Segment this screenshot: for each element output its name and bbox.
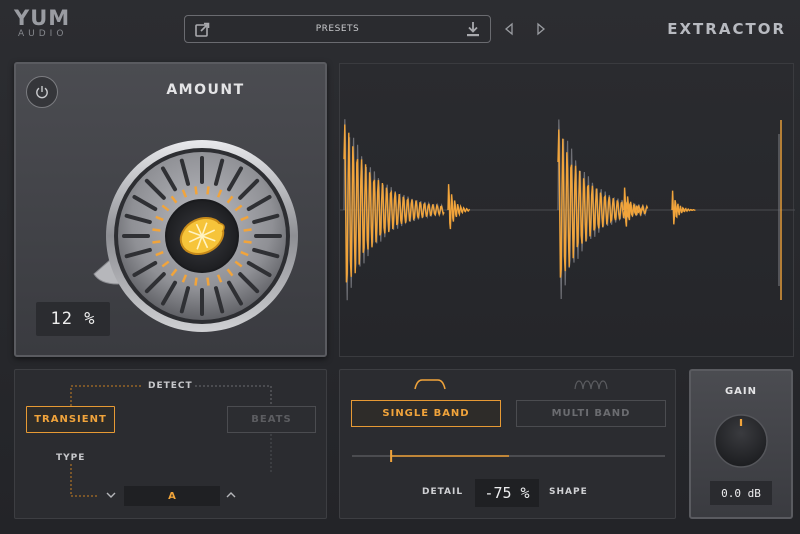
waveform-output-trace — [447, 184, 471, 230]
multi-band-button[interactable]: MULTI BAND — [516, 400, 666, 427]
amount-value-display[interactable]: 12 % — [36, 302, 110, 336]
beats-button[interactable]: BEATS — [227, 406, 316, 433]
type-selector[interactable]: A — [124, 486, 220, 506]
chevron-down-icon[interactable] — [105, 490, 117, 500]
knob-dash — [152, 228, 161, 232]
product-name: EXTRACTOR — [667, 20, 786, 38]
multi-band-icon — [574, 380, 608, 390]
detect-panel: DETECT TRANSIENT BEATS TYPE A — [14, 369, 327, 519]
knob-dash — [206, 277, 210, 286]
detail-shape-value[interactable]: -75 % — [475, 479, 539, 507]
chevron-up-icon[interactable] — [225, 490, 237, 500]
download-icon[interactable] — [466, 21, 480, 37]
type-label: TYPE — [56, 453, 86, 463]
knob-dash — [194, 186, 198, 195]
waveform-plot — [340, 119, 795, 301]
waveform-output-trace — [623, 187, 645, 227]
triangle-left-icon[interactable] — [503, 22, 515, 36]
amount-title: AMOUNT — [166, 82, 245, 98]
gain-knob[interactable] — [713, 413, 769, 469]
triangle-right-icon[interactable] — [535, 22, 547, 36]
knob-dash — [243, 228, 252, 232]
knob-dash — [243, 240, 252, 244]
gain-panel: GAIN 0.0 dB — [689, 369, 793, 519]
waveform-display — [339, 63, 795, 357]
gain-value-display[interactable]: 0.0 dB — [710, 481, 772, 505]
detect-title: DETECT — [148, 381, 193, 391]
export-icon[interactable] — [195, 22, 210, 37]
single-band-button[interactable]: SINGLE BAND — [351, 400, 501, 427]
single-band-icon — [414, 379, 446, 390]
presets-label: PRESETS — [315, 24, 360, 34]
knob-dash — [152, 240, 161, 244]
transient-button[interactable]: TRANSIENT — [26, 406, 115, 433]
gain-title: GAIN — [724, 386, 758, 397]
presets-bar[interactable]: PRESETS — [184, 15, 491, 43]
detail-label: DETAIL — [422, 487, 464, 497]
shape-label: SHAPE — [549, 487, 588, 497]
plugin-window: YUM AUDIO PRESETS EXTRACTOR AMOUNT 12 % … — [0, 0, 800, 534]
amount-knob[interactable] — [90, 134, 300, 344]
band-panel: SINGLE BAND MULTI BAND DETAIL -75 % SHAP… — [339, 369, 676, 519]
knob-dash — [194, 277, 198, 286]
waveform-output-trace — [671, 190, 696, 225]
brand-name: YUM — [14, 6, 71, 30]
brand-logo: YUM AUDIO — [14, 8, 80, 44]
amount-panel: AMOUNT 12 % — [14, 62, 327, 357]
detail-shape-slider[interactable] — [352, 448, 665, 464]
knob-dash — [206, 186, 210, 195]
brand-sub: AUDIO — [18, 29, 68, 39]
